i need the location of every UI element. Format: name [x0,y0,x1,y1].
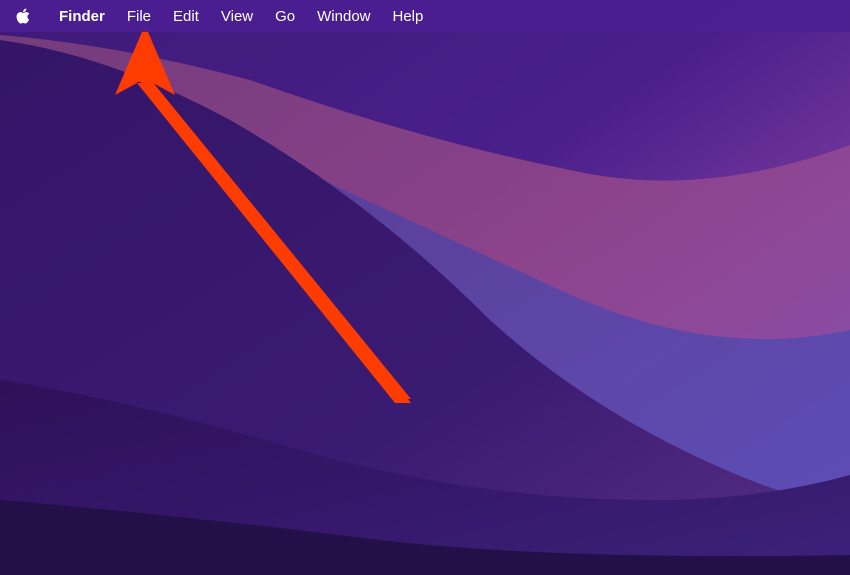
menu-edit[interactable]: Edit [162,0,210,32]
menubar: Finder File Edit View Go Window Help [0,0,850,32]
menu-go[interactable]: Go [264,0,306,32]
menu-window[interactable]: Window [306,0,381,32]
menu-help[interactable]: Help [382,0,435,32]
wallpaper-background [0,0,850,575]
apple-menu[interactable] [12,0,36,32]
menu-file[interactable]: File [116,0,162,32]
menu-app-name[interactable]: Finder [48,0,116,32]
apple-logo-icon [15,7,33,25]
menu-view[interactable]: View [210,0,264,32]
desktop: Finder File Edit View Go Window Help [0,0,850,575]
